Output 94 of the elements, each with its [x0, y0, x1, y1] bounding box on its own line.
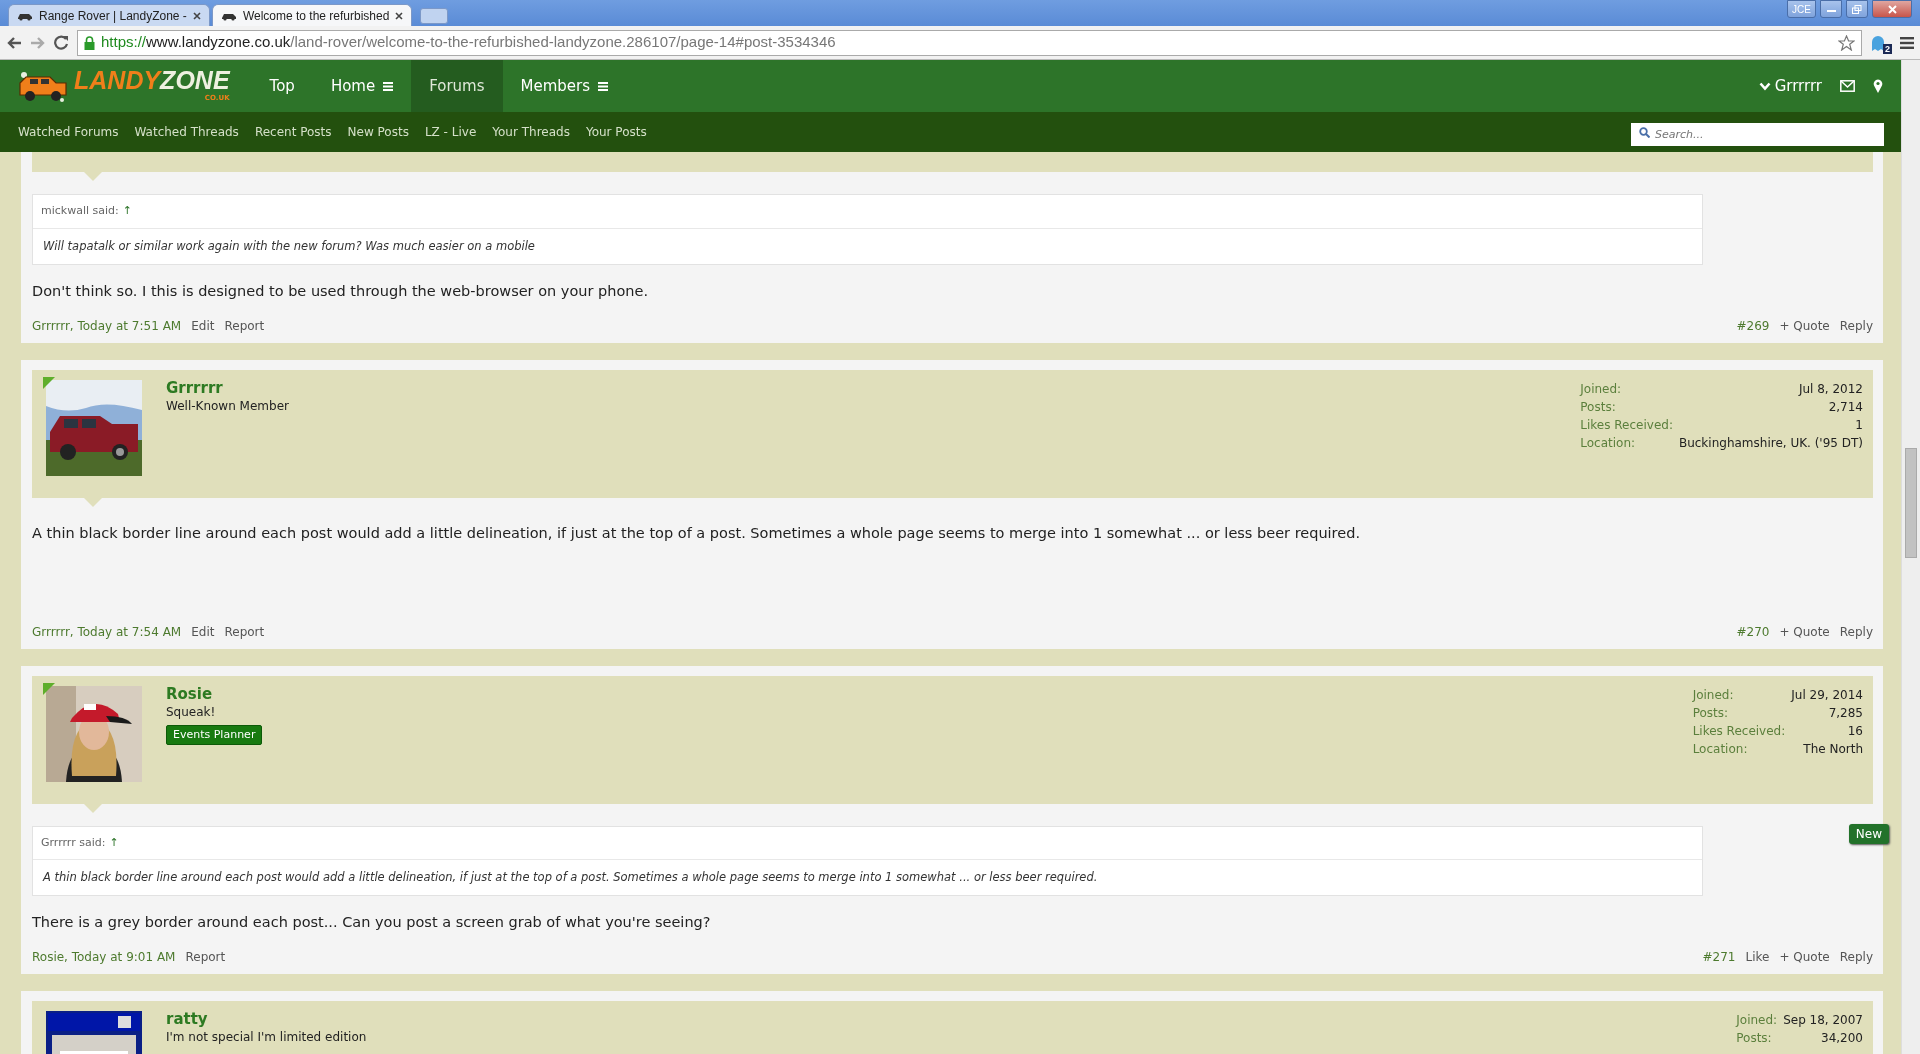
stat-value: 2,714	[1827, 398, 1863, 416]
post-message: There is a grey border around each post... Can you post a screen grab of what you're seeing?	[32, 913, 712, 933]
close-icon[interactable]	[192, 11, 201, 20]
stat-value: The North	[1802, 740, 1863, 758]
quote-text: Will tapatalk or similar work again with the new forum? Was much easier on a mobile	[42, 237, 536, 255]
stat-label: Location:	[1692, 740, 1749, 758]
user-menu[interactable]: Grrrrrr	[1758, 74, 1822, 98]
post-action-link[interactable]: Edit	[191, 316, 215, 335]
scrollbar[interactable]	[1901, 60, 1920, 1054]
stat-value: Sep 18, 2007	[1783, 1012, 1863, 1029]
subnav-link[interactable]: Your Posts	[577, 123, 655, 141]
map-pin-icon[interactable]	[1873, 79, 1883, 93]
post-action-link[interactable]: Reply	[1839, 622, 1873, 641]
username-link[interactable]: Grrrrrr	[166, 379, 289, 397]
post-action-link[interactable]: Report	[224, 316, 265, 335]
subnav-link[interactable]: Watched Threads	[126, 123, 247, 141]
count-badge: 2	[1883, 43, 1892, 54]
post-action-link[interactable]: + Quote	[1779, 622, 1830, 641]
back-arrow-icon[interactable]	[6, 35, 22, 50]
stat-value: Jul 8, 2012	[1797, 380, 1863, 398]
browser-tab[interactable]: Welcome to the refurbished	[211, 4, 413, 26]
subnav-link[interactable]: Recent Posts	[246, 123, 340, 141]
close-button[interactable]	[1872, 0, 1912, 18]
author-date-link[interactable]: Grrrrrr, Today at 7:51 AM	[32, 316, 182, 335]
subnav-link[interactable]: New Posts	[339, 123, 417, 141]
new-badge: New	[1848, 823, 1889, 844]
restore-icon	[1852, 4, 1862, 14]
close-icon	[1887, 4, 1897, 14]
post-number-link[interactable]: #269	[1736, 316, 1770, 335]
stat-label: Posts:	[1692, 704, 1730, 722]
jump-link[interactable]: ↑	[109, 834, 119, 851]
star-icon[interactable]	[1838, 34, 1855, 51]
stat-label: Likes Received:	[1692, 722, 1786, 740]
author-date-link[interactable]: Grrrrrr, Today at 7:54 AM	[32, 622, 182, 641]
post-action-link[interactable]: Report	[224, 622, 265, 641]
post-message: Don't think so. I this is designed to be used through the web-browser on your phone.	[32, 281, 650, 301]
quote-attribution: mickwall said:	[41, 203, 119, 219]
search-field[interactable]: Search...	[1631, 122, 1884, 146]
user-banner: Events Planner	[166, 724, 263, 746]
post-action-link[interactable]: Like	[1745, 948, 1770, 966]
stat-value: 7,285	[1827, 704, 1863, 722]
lock-icon	[84, 35, 95, 50]
stat-label: Location:	[1580, 434, 1637, 452]
user-title: Well-Known Member	[166, 397, 289, 415]
subnav-link[interactable]: Watched Forums	[10, 123, 127, 141]
post-action-link[interactable]: Report	[185, 948, 226, 966]
nav-tab[interactable]: Forums	[411, 60, 503, 112]
stat-label: Posts:	[1580, 398, 1617, 416]
stat-label: Joined:	[1736, 1012, 1778, 1029]
post-number-link[interactable]: #271	[1702, 948, 1736, 966]
browser-tab[interactable]: Range Rover | LandyZone -	[8, 4, 210, 26]
envelope-icon[interactable]	[1840, 80, 1855, 92]
subnav-link[interactable]: LZ - Live	[416, 123, 485, 141]
nav-tab[interactable]: Home	[312, 60, 412, 112]
nav-tab[interactable]: Top	[251, 60, 313, 112]
stat-label: Joined:	[1580, 380, 1623, 398]
url-text: https://www.landyzone.co.uk/land-rover/welcome-to-the-refurbished-landyzone.286107/page-14#post-3534346	[101, 32, 836, 53]
minimize-button[interactable]	[1820, 0, 1842, 18]
reload-icon[interactable]	[54, 35, 69, 50]
stat-value: Buckinghamshire, UK. ('95 DT)	[1678, 434, 1863, 452]
stat-label: Likes Received:	[1580, 416, 1673, 434]
menu-icon[interactable]	[1900, 36, 1914, 49]
username-link[interactable]: Rosie	[166, 685, 263, 703]
chevron-down-icon	[1758, 81, 1771, 91]
scrollbar-thumb[interactable]	[1905, 448, 1917, 558]
post-number-link[interactable]: #270	[1736, 622, 1770, 641]
restore-button[interactable]	[1846, 0, 1868, 18]
stat-value: 16	[1846, 722, 1863, 740]
post-action-link[interactable]: + Quote	[1779, 948, 1830, 966]
address-bar[interactable]: https://www.landyzone.co.uk/land-rover/welcome-to-the-refurbished-landyzone.286107/page-14#post-3534346	[77, 29, 1862, 56]
stat-value: 1	[1854, 416, 1863, 434]
post-action-link[interactable]: + Quote	[1779, 316, 1830, 335]
logo-text: LANDYZONE	[74, 68, 230, 94]
stat-label: Posts:	[1736, 1030, 1773, 1047]
nav-tab[interactable]: Members	[502, 60, 627, 112]
post-message: A thin black border line around each post would add a little delineation, if just at the top of a post. Sometimes a whole page seems to merge into 1 somewhat ... or less beer required.	[32, 523, 1361, 543]
quote-attribution: Grrrrrr said:	[41, 834, 106, 851]
username-link[interactable]: ratty	[166, 1011, 367, 1029]
stat-value: Jul 29, 2014	[1791, 686, 1863, 704]
stat-label: Joined:	[1692, 686, 1735, 704]
post-action-link[interactable]: Reply	[1839, 316, 1873, 335]
author-date-link[interactable]: Rosie, Today at 9:01 AM	[32, 948, 176, 966]
quote-text: A thin black border line around each post would add a little delineation, if just at the top of a post. Sometimes a whole page seems to merge into 1 somewhat ... or less beer required.	[41, 869, 1099, 886]
jump-link[interactable]: ↑	[122, 203, 132, 220]
stat-value: 34,200	[1820, 1030, 1863, 1047]
user-title: I'm not special I'm limited edition	[166, 1029, 367, 1047]
pointer-icon	[84, 172, 102, 181]
post-action-link[interactable]: Reply	[1839, 948, 1873, 966]
extension-button[interactable]: 2	[1870, 31, 1892, 54]
ghost-icon	[1870, 35, 1886, 53]
user-title: Squeak!	[166, 703, 217, 721]
close-icon[interactable]	[395, 11, 404, 20]
subnav-link[interactable]: Your Threads	[484, 123, 578, 141]
post-action-link[interactable]: Edit	[191, 622, 215, 641]
